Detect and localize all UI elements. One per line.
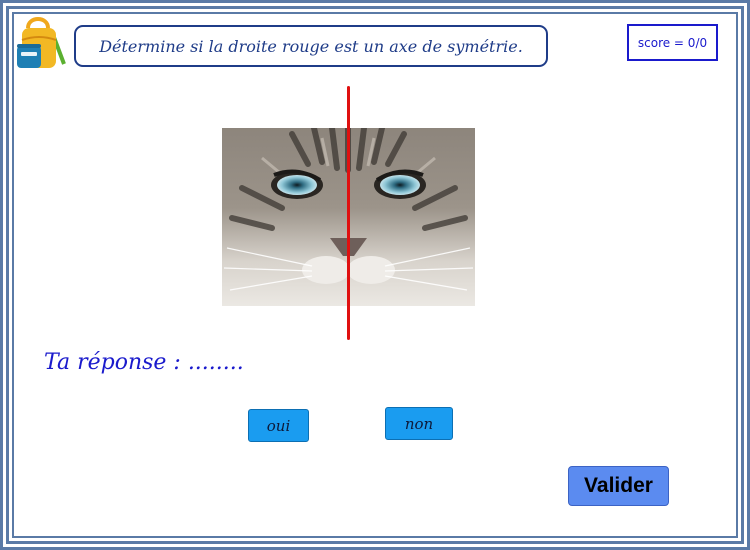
no-button-label: non (404, 414, 434, 433)
yes-button[interactable]: oui (248, 409, 309, 442)
validate-button[interactable]: Valider (568, 466, 669, 506)
instruction-box: Détermine si la droite rouge est un axe … (74, 25, 548, 67)
red-symmetry-axis (347, 86, 350, 340)
score-text: score = 0/0 (637, 35, 708, 50)
no-button[interactable]: non (385, 407, 453, 440)
instruction-text: Détermine si la droite rouge est un axe … (99, 36, 523, 56)
backpack-icon (14, 14, 68, 72)
yes-button-label: oui (266, 416, 291, 435)
score-display: score = 0/0 (627, 24, 718, 61)
answer-label: Ta réponse : ........ (44, 350, 244, 375)
validate-button-label: Valider (584, 474, 653, 497)
